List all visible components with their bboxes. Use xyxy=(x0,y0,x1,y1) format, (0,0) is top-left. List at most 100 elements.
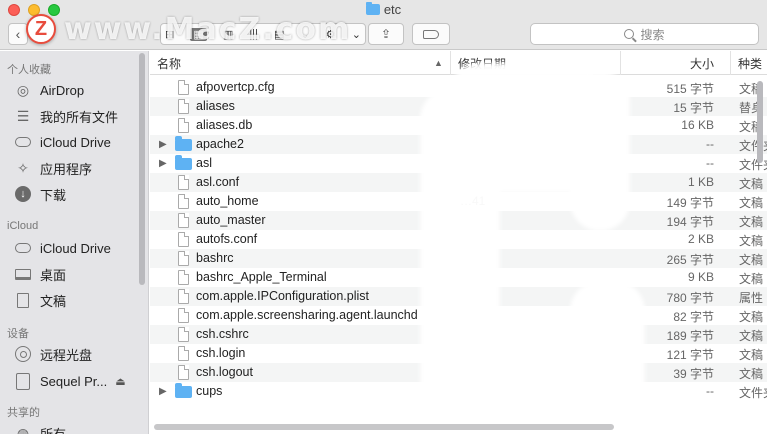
desktop-icon xyxy=(14,265,32,283)
privacy-blur xyxy=(445,311,585,401)
file-name: csh.login xyxy=(196,346,246,360)
file-icon xyxy=(178,327,189,342)
file-name: bashrc xyxy=(196,251,234,265)
watermark-text: www.MacZ.com xyxy=(64,11,352,47)
watermark-logo: Z www.MacZ.com xyxy=(26,11,352,47)
back-button[interactable]: ‹ xyxy=(8,23,28,45)
drive-icon xyxy=(14,372,32,390)
sidebar-item-documents[interactable]: 文稿 xyxy=(14,290,66,310)
share-button[interactable]: ⇪ xyxy=(368,23,404,45)
file-icon xyxy=(178,118,189,133)
search-placeholder: 搜索 xyxy=(640,27,665,42)
folder-icon xyxy=(175,136,192,151)
file-kind: 文稿 xyxy=(739,310,764,324)
chevron-down-icon[interactable]: ⌄ xyxy=(352,28,361,41)
file-size: -- xyxy=(706,137,714,151)
disclosure-triangle-icon[interactable]: ▶ xyxy=(159,158,167,169)
file-kind: 文稿 xyxy=(739,253,764,267)
file-name: csh.cshrc xyxy=(196,327,249,341)
file-name: com.apple.IPConfiguration.plist xyxy=(196,289,370,303)
file-icon xyxy=(178,194,189,209)
file-kind: 文件夹 xyxy=(739,386,767,400)
file-icon xyxy=(178,289,189,304)
documents-icon xyxy=(14,291,32,309)
file-list: 名称 ▲ 修改日期 大小 种类 afpovertcp.cfg515 字节文稿al… xyxy=(150,51,767,434)
file-kind: 属性 xyxy=(739,291,764,305)
file-icon xyxy=(178,270,189,285)
column-name[interactable]: 名称 xyxy=(150,51,440,75)
sidebar: 个人收藏 ◎ AirDrop ☰ 我的所有文件 iCloud Drive ✧ 应用程序… xyxy=(0,51,149,434)
file-name: aliases xyxy=(196,99,235,113)
file-icon xyxy=(178,99,189,114)
sidebar-item-icloud-drive[interactable]: iCloud Drive xyxy=(14,132,111,152)
disclosure-triangle-icon[interactable]: ▶ xyxy=(159,386,167,397)
file-size: 265 字节 xyxy=(666,253,714,267)
sort-ascending-icon: ▲ xyxy=(434,58,443,68)
column-size[interactable]: 大小 xyxy=(620,51,726,75)
file-icon xyxy=(178,213,189,228)
search-icon xyxy=(624,29,635,39)
file-size: 149 字节 xyxy=(666,196,714,210)
file-name: apache2 xyxy=(196,137,244,151)
file-kind: 文稿 xyxy=(739,348,764,362)
file-kind: 文稿 xyxy=(739,367,764,381)
column-kind[interactable]: 种类 xyxy=(730,51,767,75)
file-kind: 文稿 xyxy=(739,272,764,286)
file-name: asl.conf xyxy=(196,175,240,189)
list-horizontal-scrollbar[interactable] xyxy=(154,424,614,430)
file-icon xyxy=(178,365,189,380)
file-name: auto_master xyxy=(196,213,266,227)
search-input[interactable]: 搜索 xyxy=(530,23,759,45)
sidebar-item-icloud-drive-2[interactable]: iCloud Drive xyxy=(14,238,111,258)
file-kind: 文稿 xyxy=(739,329,764,343)
privacy-blur xyxy=(570,71,630,231)
file-size: 1 KB xyxy=(687,175,714,189)
sidebar-item-remote-disc[interactable]: 远程光盘 xyxy=(14,344,92,364)
share-icon: ⇪ xyxy=(380,27,392,41)
list-vertical-scrollbar[interactable] xyxy=(757,81,763,163)
downloads-icon: ↓ xyxy=(14,185,32,203)
file-size: 2 KB xyxy=(687,232,714,246)
chevron-left-icon: ‹ xyxy=(15,26,21,42)
sidebar-item-desktop[interactable]: 桌面 xyxy=(14,264,66,284)
tag-icon xyxy=(423,29,439,39)
file-size: -- xyxy=(706,156,714,170)
file-size: 16 KB xyxy=(681,118,714,132)
sidebar-item-applications[interactable]: ✧ 应用程序 xyxy=(14,158,92,178)
icloud-icon xyxy=(14,239,32,257)
file-kind: 文稿 xyxy=(739,234,764,248)
sidebar-item-downloads[interactable]: ↓ 下载 xyxy=(14,184,66,204)
file-kind: 文稿 xyxy=(739,177,764,191)
sidebar-scrollbar[interactable] xyxy=(139,53,145,285)
file-name: cups xyxy=(196,384,223,398)
all-files-icon: ☰ xyxy=(16,107,30,124)
file-name: aliases.db xyxy=(196,118,253,132)
remote-disc-icon xyxy=(14,345,32,363)
folder-icon xyxy=(175,383,192,398)
sidebar-item-all-shared[interactable]: ◍ 所有 xyxy=(14,423,66,434)
tags-button[interactable] xyxy=(412,23,450,45)
disclosure-triangle-icon[interactable]: ▶ xyxy=(159,139,167,150)
sidebar-heading-icloud: iCloud xyxy=(7,220,39,232)
sidebar-item-sequel-pro[interactable]: Sequel Pr... ⏏ xyxy=(14,371,126,391)
sidebar-item-airdrop[interactable]: ◎ AirDrop xyxy=(14,80,84,100)
sidebar-heading-favorites: 个人收藏 xyxy=(7,64,51,76)
file-size: 515 字节 xyxy=(666,82,714,96)
file-name: auto_home xyxy=(196,194,259,208)
watermark-badge: Z xyxy=(26,14,56,44)
file-name: afpovertcp.cfg xyxy=(196,80,275,94)
sidebar-item-all-files[interactable]: ☰ 我的所有文件 xyxy=(14,106,118,126)
file-name: com.apple.screensharing.agent.launchd xyxy=(196,308,418,322)
network-icon: ◍ xyxy=(16,424,30,434)
icloud-icon xyxy=(14,133,32,151)
eject-icon[interactable]: ⏏ xyxy=(115,375,125,388)
file-size: 9 KB xyxy=(687,270,714,284)
file-icon xyxy=(178,308,189,323)
file-kind: 文稿 xyxy=(739,196,764,210)
file-kind: 文稿 xyxy=(739,215,764,229)
applications-icon: ✧ xyxy=(17,159,29,176)
file-icon xyxy=(178,80,189,95)
file-name: asl xyxy=(196,156,212,170)
folder-icon xyxy=(365,2,380,15)
file-icon xyxy=(178,232,189,247)
